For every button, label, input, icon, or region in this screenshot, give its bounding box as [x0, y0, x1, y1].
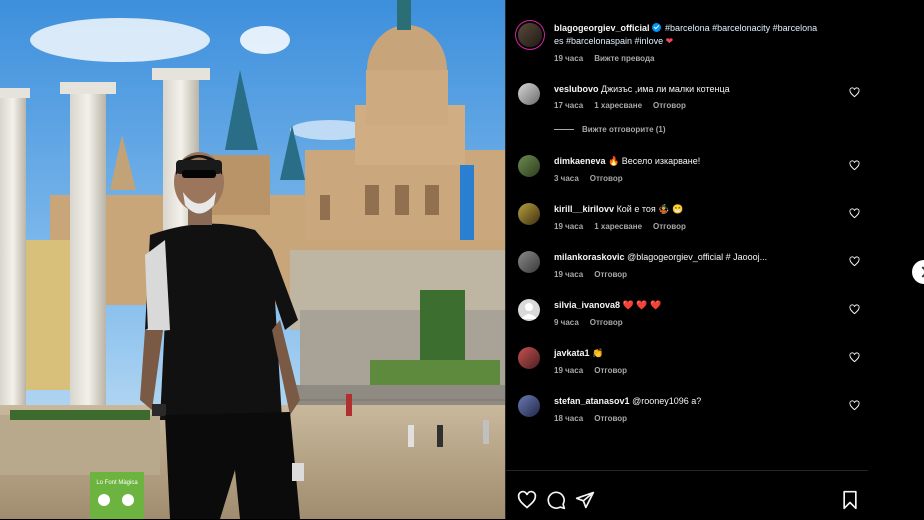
comment-username[interactable]: dimkaeneva — [554, 156, 606, 166]
author-username[interactable]: blagogeorgiev_official — [554, 23, 650, 33]
heart-emoji: ❤ — [665, 36, 674, 46]
comment-text: 👏 — [592, 348, 604, 358]
comment-likes[interactable]: 1 харесване — [594, 101, 642, 110]
comment-text: Джизъс ,има ли малки котенца — [601, 84, 730, 94]
comment-time[interactable]: 17 часа — [554, 101, 583, 110]
comment-text: @blagogeorgiev_official # Jaoooj... — [627, 252, 768, 262]
post-action-bar — [506, 470, 868, 520]
reply-button[interactable]: Отговор — [590, 318, 623, 327]
caption-tags-line1[interactable]: #barcelona #barcelonacity #barcelona — [665, 23, 817, 33]
comment-avatar[interactable] — [518, 299, 540, 321]
reply-button[interactable]: Отговор — [653, 101, 686, 110]
comment-avatar[interactable] — [518, 347, 540, 369]
reply-button[interactable]: Отговор — [594, 270, 627, 279]
comment-meta: 3 часа Отговор — [554, 174, 634, 183]
comment-username[interactable]: javkata1 — [554, 348, 590, 358]
comment-username[interactable]: silvia_ivanova8 — [554, 300, 620, 310]
photo-illustration: Lo Font Màgica — [0, 0, 505, 519]
verified-badge-icon — [651, 23, 661, 32]
comment-like-heart-icon[interactable] — [849, 208, 860, 219]
comment-avatar[interactable] — [518, 251, 540, 273]
comment-username[interactable]: stefan_atanasov1 — [554, 396, 630, 406]
caption-time[interactable]: 19 часа — [554, 54, 583, 63]
comment-time[interactable]: 18 часа — [554, 414, 583, 423]
comment-time[interactable]: 19 часа — [554, 222, 583, 231]
comment-like-heart-icon[interactable] — [849, 304, 860, 315]
comment-like-heart-icon[interactable] — [849, 160, 860, 171]
comment-meta: 18 часа Отговор — [554, 414, 638, 423]
comment-text: ❤️ ❤️ ❤️ — [622, 300, 662, 310]
comment-avatar[interactable] — [518, 203, 540, 225]
comment-time[interactable]: 9 часа — [554, 318, 579, 327]
comment-text: Кой е тоя 🤹 😁 — [616, 204, 684, 214]
comment-meta: 19 часа 1 харесване Отговор — [554, 222, 697, 231]
comment-body: javkata1 👏 — [554, 347, 840, 360]
comment-text: @rooney1096 а? — [632, 396, 702, 406]
comment-time[interactable]: 19 часа — [554, 366, 583, 375]
caption-meta: 19 часа Вижте превода — [554, 54, 665, 63]
comments-panel: blagogeorgiev_official #barcelona #barce… — [506, 0, 868, 519]
post-caption: blagogeorgiev_official #barcelona #barce… — [554, 22, 848, 48]
heart-icon[interactable] — [517, 490, 537, 510]
comment-meta: 17 часа 1 харесване Отговор — [554, 101, 697, 110]
comment-body: veslubovo Джизъс ,има ли малки котенца — [554, 83, 840, 96]
comment-time[interactable]: 19 часа — [554, 270, 583, 279]
bookmark-icon[interactable] — [840, 490, 860, 510]
comment-time[interactable]: 3 часа — [554, 174, 579, 183]
comment-username[interactable]: kirill__kirilovv — [554, 204, 614, 214]
comment-meta: 19 часа Отговор — [554, 366, 638, 375]
see-translation-link[interactable]: Вижте превода — [594, 54, 654, 63]
send-icon[interactable] — [575, 490, 595, 510]
comment-like-heart-icon[interactable] — [849, 400, 860, 411]
sign-text: Lo Font Màgica — [96, 480, 138, 486]
comment-username[interactable]: milankoraskovic — [554, 252, 625, 262]
author-avatar[interactable] — [518, 23, 542, 47]
chevron-right-icon[interactable] — [912, 260, 924, 284]
reply-button[interactable]: Отговор — [590, 174, 623, 183]
comment-body: silvia_ivanova8 ❤️ ❤️ ❤️ — [554, 299, 840, 312]
comment-username[interactable]: veslubovo — [554, 84, 599, 94]
comment-text: 🔥 Весело изкарване! — [608, 156, 701, 166]
comment-likes[interactable]: 1 харесване — [594, 222, 642, 231]
comment-avatar[interactable] — [518, 395, 540, 417]
reply-button[interactable]: Отговор — [594, 366, 627, 375]
comment-avatar[interactable] — [518, 155, 540, 177]
comment-body: kirill__kirilovv Кой е тоя 🤹 😁 — [554, 203, 840, 216]
view-replies-button[interactable]: Вижте отговорите (1) — [554, 125, 666, 134]
reply-button[interactable]: Отговор — [594, 414, 627, 423]
comment-like-heart-icon[interactable] — [849, 352, 860, 363]
comment-body: dimkaeneva 🔥 Весело изкарване! — [554, 155, 840, 168]
post-photo[interactable]: Lo Font Màgica — [0, 0, 505, 519]
caption-tags-line2[interactable]: es #barcelonaspain #inlove — [554, 36, 663, 46]
comment-like-heart-icon[interactable] — [849, 87, 860, 98]
comment-icon[interactable] — [546, 490, 566, 510]
comment-meta: 19 часа Отговор — [554, 270, 638, 279]
default-avatar-icon — [521, 303, 537, 319]
comment-body: milankoraskovic @blagogeorgiev_official … — [554, 251, 840, 264]
comment-body: stefan_atanasov1 @rooney1096 а? — [554, 395, 840, 408]
comment-like-heart-icon[interactable] — [849, 256, 860, 267]
comment-meta: 9 часа Отговор — [554, 318, 634, 327]
reply-button[interactable]: Отговор — [653, 222, 686, 231]
comment-avatar[interactable] — [518, 83, 540, 105]
